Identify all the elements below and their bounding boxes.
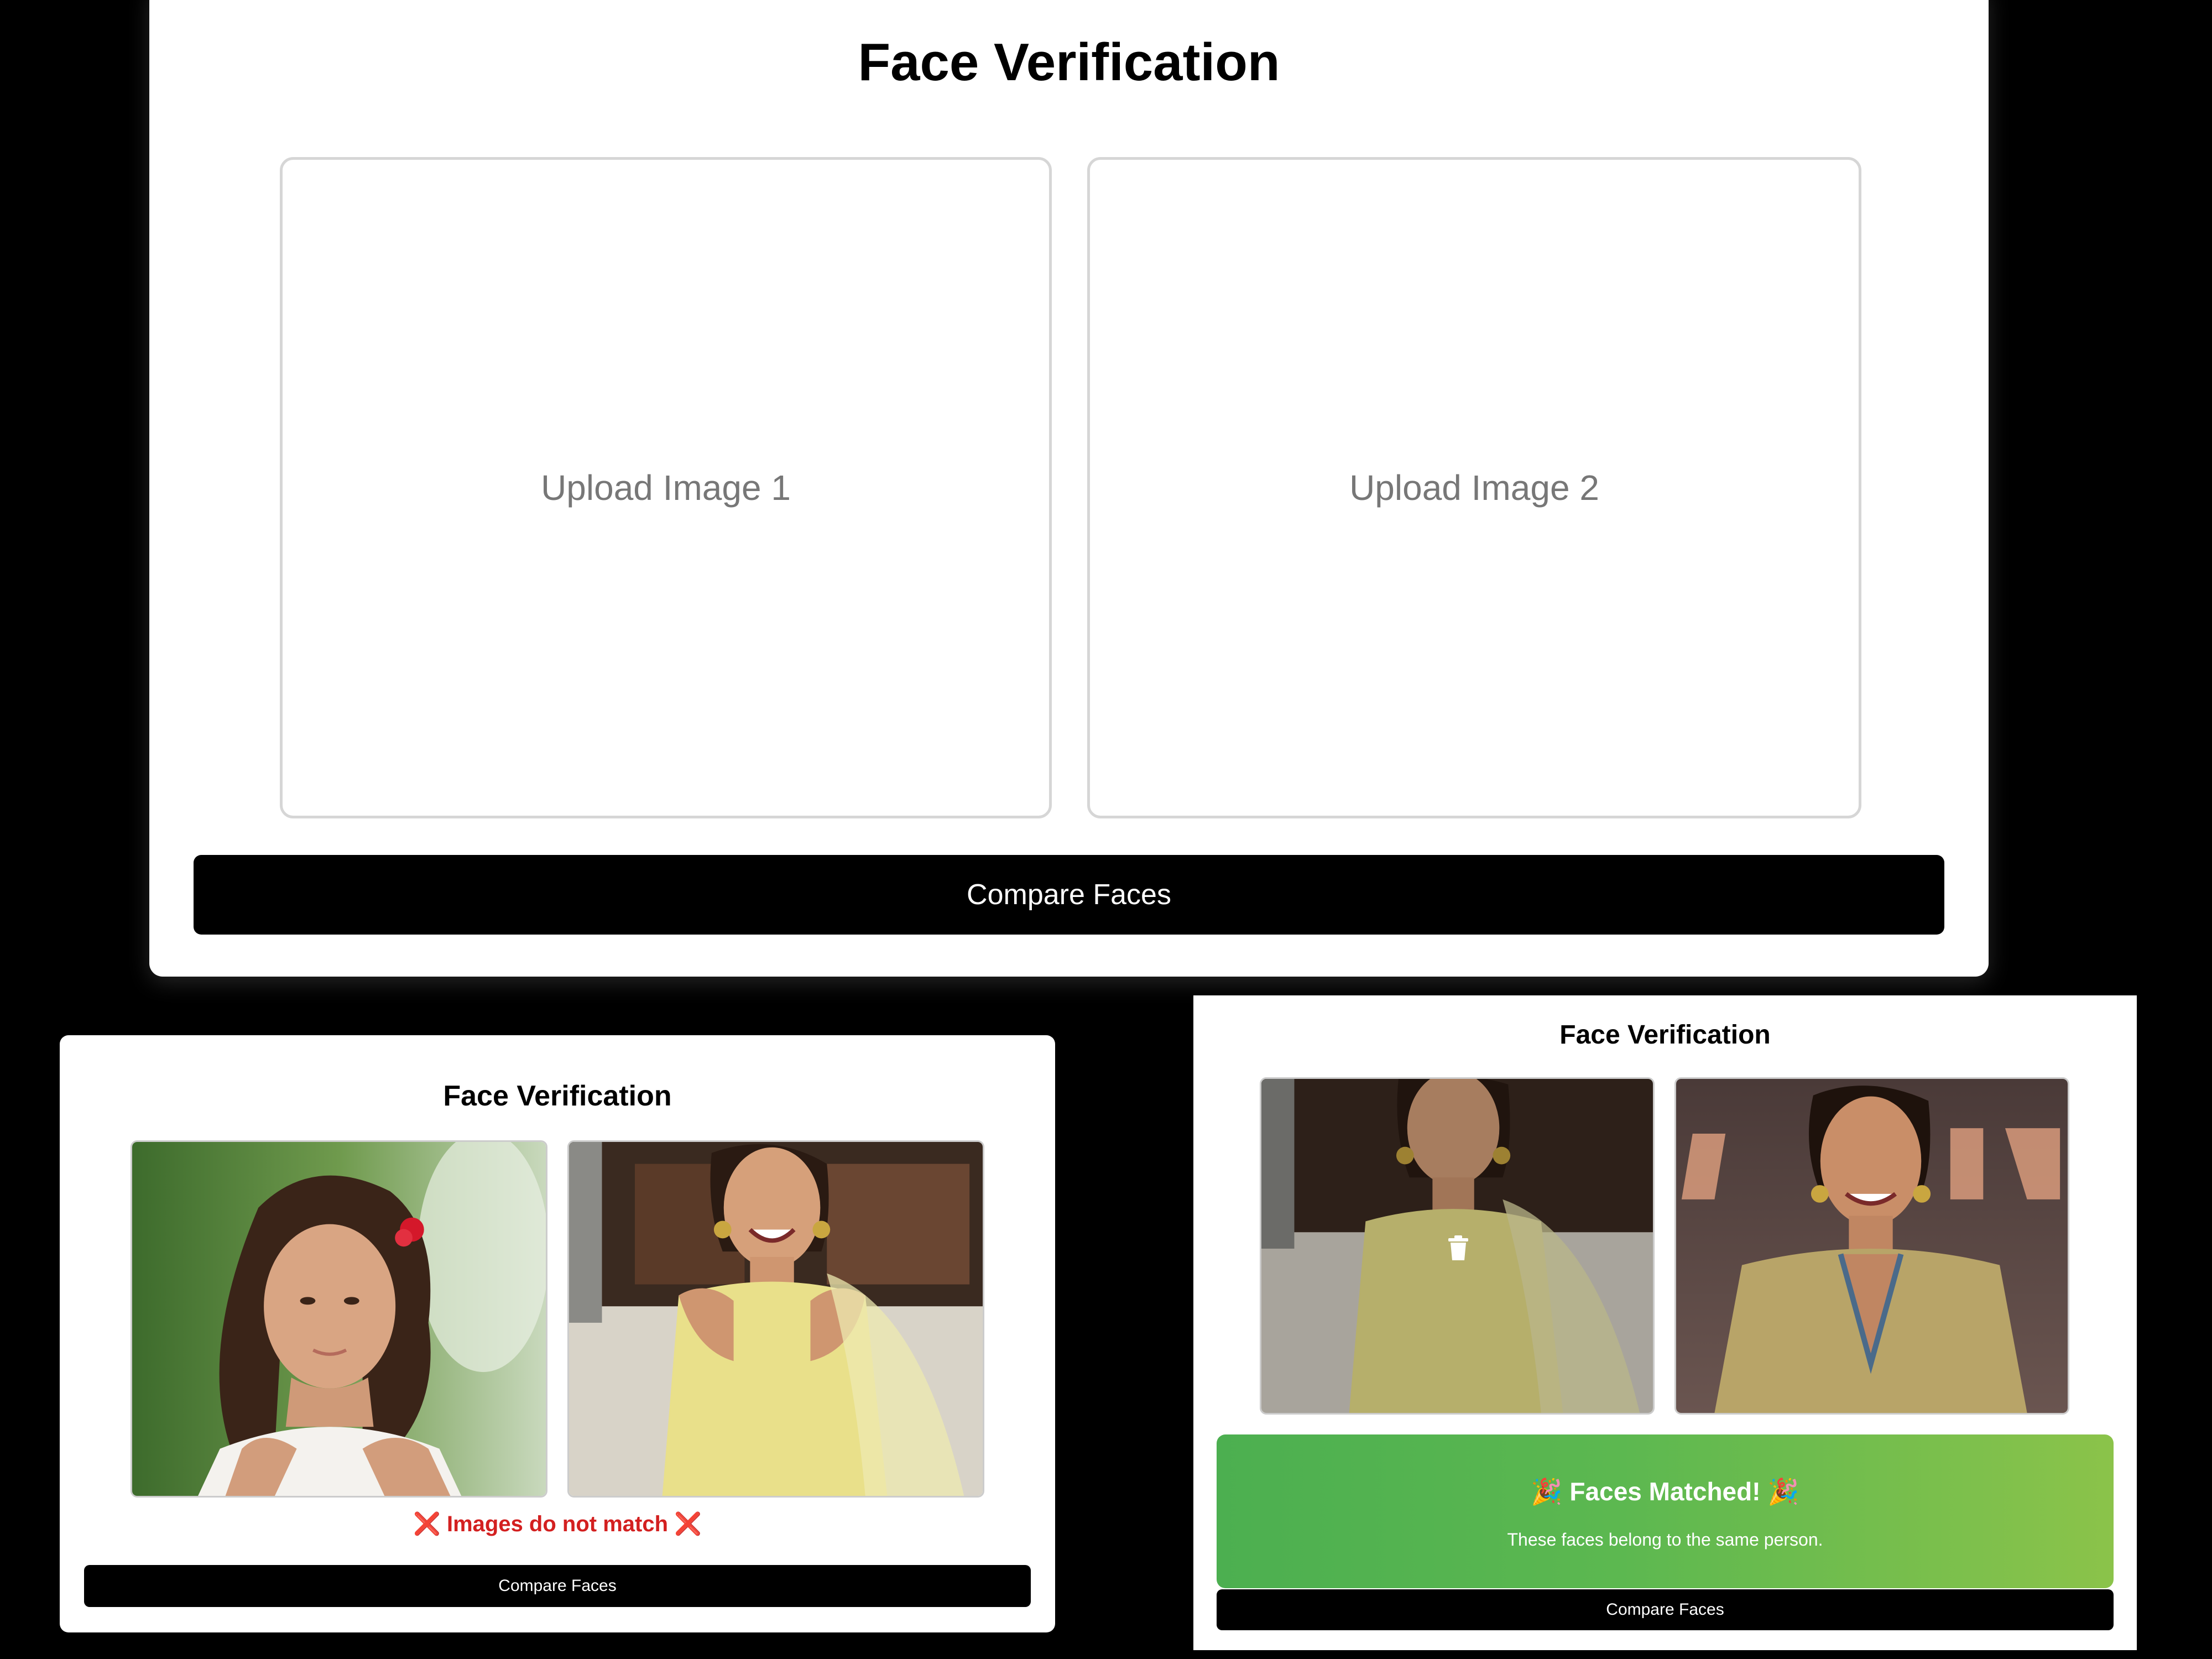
upload-image-1-dropzone[interactable]: Upload Image 1 <box>280 157 1052 818</box>
uploaded-image-1[interactable] <box>131 1140 547 1498</box>
compare-faces-button[interactable]: Compare Faces <box>84 1565 1031 1607</box>
upload-image-2-label: Upload Image 2 <box>1349 468 1599 508</box>
face-verification-card-empty: Face Verification Upload Image 1 Upload … <box>149 0 1989 977</box>
face-verification-card-mismatch: Face Verification ❌ Images do not match … <box>60 1035 1055 1632</box>
upload-image-2-dropzone[interactable]: Upload Image 2 <box>1087 157 1861 818</box>
match-result-subtitle: These faces belong to the same person. <box>1507 1530 1823 1550</box>
mismatch-result-text: ❌ Images do not match ❌ <box>413 1512 702 1536</box>
page-title: Face Verification <box>858 33 1280 92</box>
portrait-photo-1 <box>132 1142 546 1496</box>
upload-image-1-label: Upload Image 1 <box>541 468 791 508</box>
match-result-banner: 🎉 Faces Matched! 🎉 These faces belong to… <box>1217 1434 2114 1588</box>
page-title: Face Verification <box>443 1080 672 1112</box>
face-verification-card-match: Face Verification 🎉 Faces Matched! 🎉 The… <box>1193 995 2137 1650</box>
uploaded-image-1[interactable] <box>1260 1077 1655 1415</box>
uploaded-image-2[interactable] <box>567 1140 984 1498</box>
portrait-photo-2 <box>569 1142 983 1496</box>
match-result-title: 🎉 Faces Matched! 🎉 <box>1531 1477 1799 1506</box>
uploaded-image-2[interactable] <box>1674 1077 2069 1415</box>
trash-icon[interactable] <box>1446 1235 1470 1261</box>
page-title: Face Verification <box>1559 1020 1771 1050</box>
portrait-photo-2 <box>1676 1079 2068 1413</box>
compare-faces-button[interactable]: Compare Faces <box>1217 1589 2114 1630</box>
compare-faces-button[interactable]: Compare Faces <box>194 855 1944 935</box>
